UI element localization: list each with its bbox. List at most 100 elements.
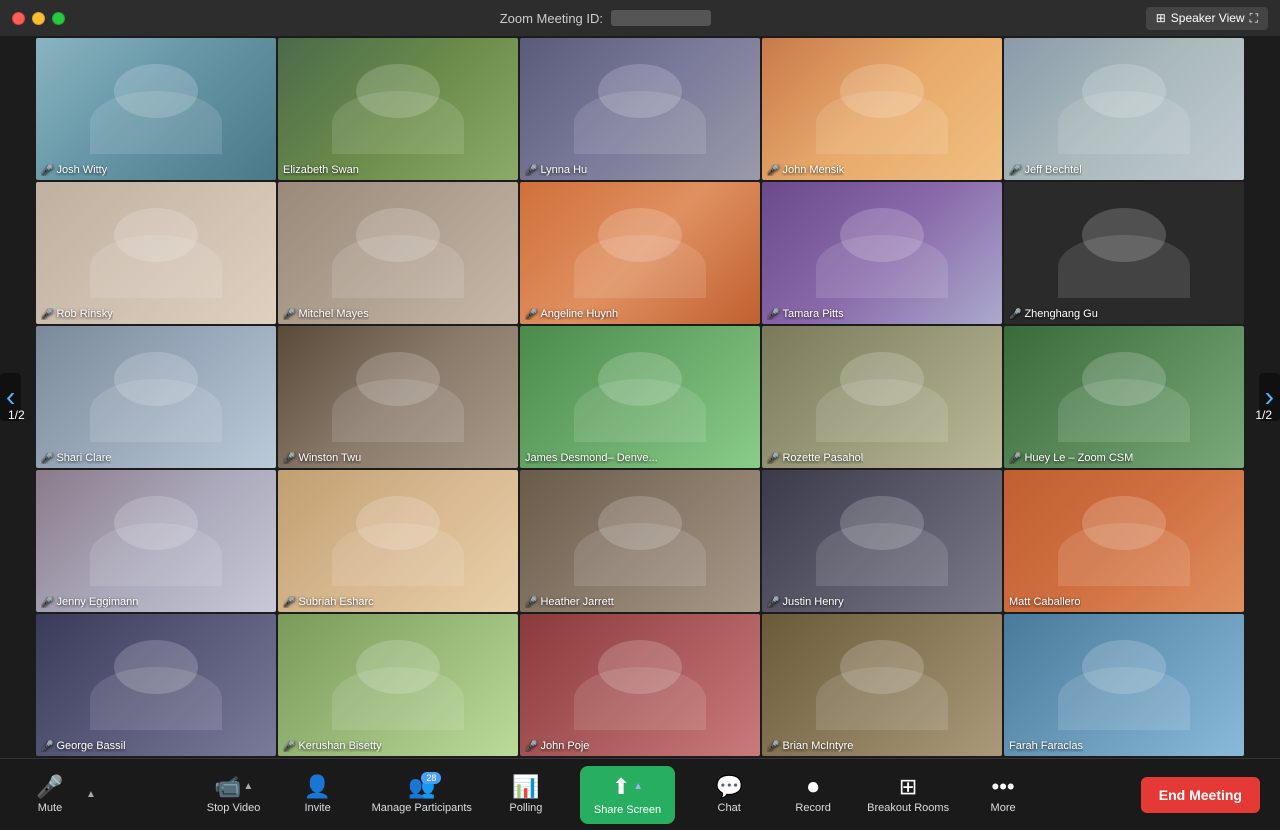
- video-tile-angeline[interactable]: 🎤Angeline Huynh: [520, 182, 760, 324]
- toolbar-right-controls: End Meeting: [1141, 777, 1260, 813]
- record-icon: ⏺: [808, 776, 819, 798]
- share-screen-label: Share Screen: [594, 804, 661, 816]
- video-tile-john[interactable]: 🎤John Mensik: [762, 38, 1002, 180]
- participant-name-jenny: 🎤Jenny Eggimann: [41, 596, 138, 608]
- breakout-icon: ⊞: [899, 776, 917, 798]
- video-tile-jenny[interactable]: 🎤Jenny Eggimann: [36, 470, 276, 612]
- muted-microphone-icon: 🎤: [41, 453, 53, 464]
- muted-microphone-icon: 🎤: [767, 597, 779, 608]
- polling-icon: 📊: [512, 776, 539, 798]
- mute-label: Mute: [38, 802, 62, 814]
- share-chevron[interactable]: ▲: [633, 781, 643, 792]
- participant-name-james: James Desmond– Denve...: [525, 452, 658, 464]
- participant-name-heather: 🎤Heather Jarrett: [525, 596, 614, 608]
- manage-participants-button[interactable]: 👥 28 Manage Participants: [372, 776, 472, 814]
- participant-name-matt: Matt Caballero: [1009, 596, 1081, 608]
- muted-microphone-icon: 🎤: [525, 165, 537, 176]
- stop-video-button[interactable]: 📹 ▲ Stop Video: [204, 776, 264, 814]
- video-tile-james[interactable]: James Desmond– Denve...: [520, 326, 760, 468]
- microphone-icon: 🎤: [36, 776, 63, 798]
- breakout-rooms-button[interactable]: ⊞ Breakout Rooms: [867, 776, 949, 814]
- video-tile-winston[interactable]: 🎤Winston Twu: [278, 326, 518, 468]
- muted-microphone-icon: 🎤: [41, 597, 53, 608]
- meeting-title: Zoom Meeting ID:: [500, 10, 711, 26]
- video-tile-mitchel[interactable]: 🎤Mitchel Mayes: [278, 182, 518, 324]
- meeting-id-value: [611, 10, 711, 26]
- more-label: More: [991, 802, 1016, 814]
- participant-name-lynna: 🎤Lynna Hu: [525, 164, 587, 176]
- muted-microphone-icon: 🎤: [283, 309, 295, 320]
- page-indicator-left: 1/2: [8, 408, 25, 422]
- speaker-view-button[interactable]: ⊞ Speaker View ⛶: [1146, 7, 1268, 30]
- participant-name-rob: 🎤Rob Rinsky: [41, 308, 113, 320]
- invite-button[interactable]: 👤 Invite: [288, 776, 348, 814]
- main-area: ‹ 1/2 🎤Josh WittyElizabeth Swan🎤Lynna Hu…: [0, 36, 1280, 758]
- muted-microphone-icon: 🎤: [525, 309, 537, 320]
- video-tile-kerushan[interactable]: 🎤Kerushan Bisetty: [278, 614, 518, 756]
- participant-name-josh: 🎤Josh Witty: [41, 164, 107, 176]
- speaker-view-icon: ⊞: [1156, 11, 1166, 25]
- video-tile-tamara[interactable]: 🎤Tamara Pitts: [762, 182, 1002, 324]
- video-tile-heather[interactable]: 🎤Heather Jarrett: [520, 470, 760, 612]
- video-tile-shari[interactable]: 🎤Shari Clare: [36, 326, 276, 468]
- video-chevron[interactable]: ▲: [243, 781, 253, 792]
- participant-name-winston: 🎤Winston Twu: [283, 452, 361, 464]
- participant-name-mitchel: 🎤Mitchel Mayes: [283, 308, 369, 320]
- muted-microphone-icon: 🎤: [283, 741, 295, 752]
- more-icon: •••: [992, 776, 1015, 798]
- participant-name-subriah: 🎤Subriah Esharc: [283, 596, 374, 608]
- video-tile-george[interactable]: 🎤George Bassil: [36, 614, 276, 756]
- video-tile-farah[interactable]: Farah Faraclas: [1004, 614, 1244, 756]
- participant-name-johnp: 🎤John Poje: [525, 740, 589, 752]
- muted-microphone-icon: 🎤: [41, 309, 53, 320]
- more-button[interactable]: ••• More: [973, 776, 1033, 814]
- fullscreen-icon: ⛶: [1250, 11, 1258, 26]
- muted-microphone-icon: 🎤: [1009, 309, 1021, 320]
- participant-name-angeline: 🎤Angeline Huynh: [525, 308, 618, 320]
- video-grid: 🎤Josh Witty Elizabeth Swan 🎤Lynna Hu 🎤John …: [0, 36, 1280, 758]
- title-bar: Zoom Meeting ID: ⊞ Speaker View ⛶: [0, 0, 1280, 36]
- record-label: Record: [795, 802, 830, 814]
- video-tile-johnp[interactable]: 🎤John Poje: [520, 614, 760, 756]
- participant-name-huey: 🎤Huey Le – Zoom CSM: [1009, 452, 1133, 464]
- video-tile-brian[interactable]: 🎤Brian McIntyre: [762, 614, 1002, 756]
- toolbar-center-controls: 📹 ▲ Stop Video 👤 Invite 👥 28 Manage Part…: [96, 766, 1141, 824]
- video-tile-huey[interactable]: 🎤Huey Le – Zoom CSM: [1004, 326, 1244, 468]
- toolbar: 🎤 Mute ▲ 📹 ▲ Stop Video 👤 Invite 👥 28 Ma…: [0, 758, 1280, 830]
- video-tile-zhenghang[interactable]: 🎤Zhenghang Gu: [1004, 182, 1244, 324]
- participant-name-farah: Farah Faraclas: [1009, 740, 1083, 752]
- muted-microphone-icon: 🎤: [41, 165, 53, 176]
- video-tile-rozette[interactable]: 🎤Rozette Pasahol: [762, 326, 1002, 468]
- chat-button[interactable]: 💬 Chat: [699, 776, 759, 814]
- mute-button[interactable]: 🎤 Mute: [20, 776, 80, 814]
- muted-microphone-icon: 🎤: [1009, 453, 1021, 464]
- chat-label: Chat: [718, 802, 741, 814]
- end-meeting-button[interactable]: End Meeting: [1141, 777, 1260, 813]
- video-tile-matt[interactable]: Matt Caballero: [1004, 470, 1244, 612]
- meeting-id-label: Zoom Meeting ID:: [500, 11, 603, 26]
- muted-microphone-icon: 🎤: [767, 309, 779, 320]
- record-button[interactable]: ⏺ Record: [783, 776, 843, 814]
- video-tile-jeff[interactable]: 🎤Jeff Bechtel: [1004, 38, 1244, 180]
- minimize-button[interactable]: [32, 12, 45, 25]
- close-button[interactable]: [12, 12, 25, 25]
- muted-microphone-icon: 🎤: [525, 597, 537, 608]
- breakout-rooms-label: Breakout Rooms: [867, 802, 949, 814]
- toolbar-left-controls: 🎤 Mute ▲: [20, 776, 96, 814]
- participant-name-john: 🎤John Mensik: [767, 164, 844, 176]
- polling-button[interactable]: 📊 Polling: [496, 776, 556, 814]
- mute-chevron[interactable]: ▲: [86, 789, 96, 800]
- video-tile-lynna[interactable]: 🎤Lynna Hu: [520, 38, 760, 180]
- video-tile-justin[interactable]: 🎤Justin Henry: [762, 470, 1002, 612]
- participant-name-george: 🎤George Bassil: [41, 740, 126, 752]
- muted-microphone-icon: 🎤: [283, 597, 295, 608]
- participant-name-shari: 🎤Shari Clare: [41, 452, 111, 464]
- share-screen-button[interactable]: ⬆ ▲ Share Screen: [580, 766, 675, 824]
- video-tile-elizabeth[interactable]: Elizabeth Swan: [278, 38, 518, 180]
- video-tile-subriah[interactable]: 🎤Subriah Esharc: [278, 470, 518, 612]
- maximize-button[interactable]: [52, 12, 65, 25]
- video-tile-rob[interactable]: 🎤Rob Rinsky: [36, 182, 276, 324]
- video-tile-josh[interactable]: 🎤Josh Witty: [36, 38, 276, 180]
- participant-name-tamara: 🎤Tamara Pitts: [767, 308, 844, 320]
- muted-microphone-icon: 🎤: [1009, 165, 1021, 176]
